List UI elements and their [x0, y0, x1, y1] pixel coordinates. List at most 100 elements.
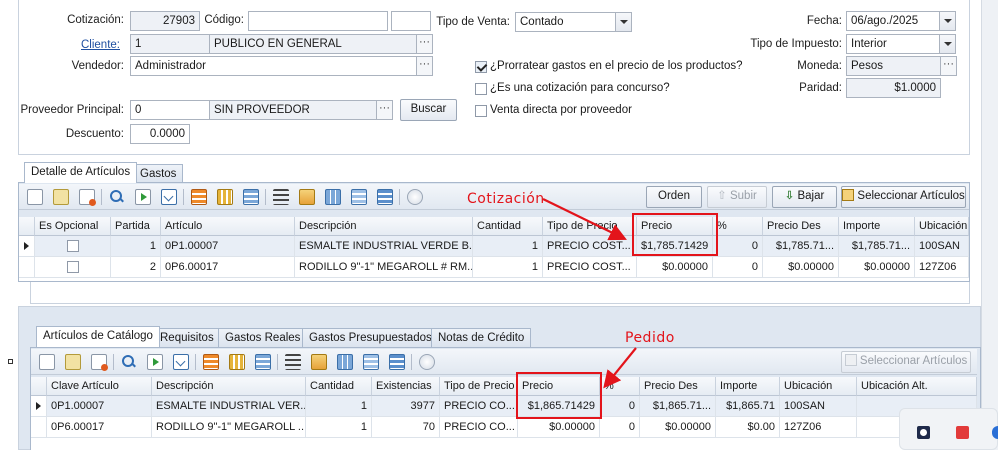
seleccionar-articulos-button[interactable]: Seleccionar Artículos [841, 186, 966, 208]
edit-icon[interactable] [53, 189, 69, 205]
column-header[interactable]: Ubicación [915, 217, 969, 236]
calculator-icon[interactable] [191, 189, 207, 205]
column-header[interactable]: Partida [111, 217, 161, 236]
column-header[interactable]: Cantidad [473, 217, 543, 236]
app-icon[interactable] [992, 426, 998, 439]
fecha-select[interactable]: 06/ago./2025 [846, 11, 956, 31]
moneda-search-button[interactable]: ··· [940, 56, 957, 76]
column-header[interactable]: Es Opcional [35, 217, 111, 236]
table-icon[interactable] [363, 354, 379, 370]
edit-icon[interactable] [65, 354, 81, 370]
columns-icon[interactable] [337, 354, 353, 370]
sort-icon[interactable] [311, 354, 327, 370]
cliente-id-field[interactable]: 1 [130, 34, 210, 54]
tab-articulos-catalogo[interactable]: Artículos de Catálogo [36, 326, 160, 347]
column-header[interactable]: Descripción [295, 217, 473, 236]
column-header[interactable]: Tipo de Precio [440, 377, 518, 396]
tab-requisitos[interactable]: Requisitos [153, 328, 221, 348]
buscar-button[interactable]: Buscar [400, 99, 457, 121]
status-circle-icon[interactable] [419, 354, 435, 370]
cotizacion-field[interactable]: 27903 [130, 11, 200, 31]
cliente-link[interactable]: Cliente: [66, 39, 120, 51]
table-row[interactable]: 0P1.00007 ESMALTE INDUSTRIAL VER... 1 39… [31, 396, 977, 417]
calculator-icon[interactable] [203, 354, 219, 370]
column-header[interactable]: Tipo de Precio [543, 217, 637, 236]
cliente-search-button[interactable]: ··· [416, 34, 433, 54]
chevron-down-icon[interactable] [939, 12, 955, 30]
es-opcional-cell[interactable] [35, 236, 111, 257]
vendedor-field[interactable]: Administrador [130, 56, 417, 76]
column-header[interactable]: % [600, 377, 640, 396]
list-icon[interactable] [273, 189, 289, 205]
column-header[interactable]: Importe [839, 217, 915, 236]
codigo-extra-field[interactable] [391, 11, 431, 31]
tab-notas-credito[interactable]: Notas de Crédito [431, 328, 532, 348]
column-header[interactable]: Ubicación Alt. [857, 377, 977, 396]
column-header[interactable]: Precio Des [763, 217, 839, 236]
subir-button[interactable]: ⇧ Subir [707, 186, 767, 208]
new-document-icon[interactable] [39, 354, 55, 370]
list-icon[interactable] [285, 354, 301, 370]
descuento-field[interactable]: 0.0000 [130, 124, 190, 144]
tipo-impuesto-select[interactable]: Interior [846, 34, 956, 54]
export-icon[interactable] [135, 189, 151, 205]
transfer-icon[interactable] [255, 354, 271, 370]
tab-detalle-articulos[interactable]: Detalle de Artículos [24, 162, 138, 183]
grid-icon[interactable] [377, 189, 393, 205]
approve-icon[interactable] [217, 189, 233, 205]
tab-gastos[interactable]: Gastos [133, 164, 184, 184]
proveedor-label: Proveedor Principal: [20, 104, 124, 116]
grid-icon[interactable] [389, 354, 405, 370]
send-mail-icon[interactable] [173, 354, 189, 370]
proveedor-id-field[interactable]: 0 [130, 100, 210, 120]
table-icon[interactable] [351, 189, 367, 205]
record-icon[interactable] [917, 426, 930, 439]
chevron-down-icon[interactable] [939, 35, 955, 53]
table-row[interactable]: 2 0P6.00017 RODILLO 9"-1" MEGAROLL # RM.… [19, 257, 969, 278]
column-header[interactable]: Cantidad [306, 377, 372, 396]
column-header[interactable]: Importe [716, 377, 780, 396]
es-opcional-cell[interactable] [35, 257, 111, 278]
es-opcional-checkbox[interactable] [67, 261, 79, 273]
table-row[interactable]: 0P6.00017 RODILLO 9"-1" MEGAROLL ... 1 7… [31, 417, 977, 438]
moneda-field[interactable]: Pesos [846, 56, 941, 76]
search-icon[interactable] [109, 189, 125, 205]
columns-icon[interactable] [325, 189, 341, 205]
send-mail-icon[interactable] [161, 189, 177, 205]
sort-icon[interactable] [299, 189, 315, 205]
status-circle-icon[interactable] [407, 189, 423, 205]
tab-gastos-presupuestados[interactable]: Gastos Presupuestados [302, 328, 439, 348]
es-opcional-checkbox[interactable] [67, 240, 79, 252]
column-header[interactable]: % [713, 217, 763, 236]
orden-button[interactable]: Orden [646, 186, 702, 208]
proveedor-search-button[interactable]: ··· [376, 100, 393, 120]
existencias-cell: 70 [372, 417, 440, 438]
prorratear-checkbox[interactable] [475, 61, 487, 73]
codigo-field[interactable] [248, 11, 388, 31]
tab-gastos-reales[interactable]: Gastos Reales [218, 328, 308, 348]
seleccionar-articulos-button[interactable]: Seleccionar Artículos [841, 351, 971, 373]
resize-handle[interactable] [8, 359, 13, 364]
column-header[interactable]: Artículo [161, 217, 295, 236]
column-header[interactable]: Precio Des [640, 377, 716, 396]
delete-icon[interactable] [91, 354, 108, 371]
table-row[interactable]: 1 0P1.00007 ESMALTE INDUSTRIAL VERDE B..… [19, 236, 969, 257]
venta-directa-checkbox[interactable] [475, 105, 487, 117]
vendedor-search-button[interactable]: ··· [416, 56, 433, 76]
delete-icon[interactable] [79, 189, 96, 206]
new-document-icon[interactable] [27, 189, 43, 205]
export-icon[interactable] [147, 354, 163, 370]
chevron-down-icon[interactable] [615, 13, 631, 31]
column-header[interactable]: Descripción [152, 377, 306, 396]
approve-icon[interactable] [229, 354, 245, 370]
column-header[interactable]: Ubicación [780, 377, 857, 396]
screen-share-icon[interactable] [956, 426, 969, 439]
column-header[interactable]: Clave Artículo [47, 377, 152, 396]
concurso-checkbox[interactable] [475, 83, 487, 95]
bajar-button[interactable]: ⇩ Bajar [772, 186, 837, 208]
transfer-icon[interactable] [243, 189, 259, 205]
column-header[interactable]: Existencias [372, 377, 440, 396]
search-icon[interactable] [121, 354, 137, 370]
clave-cell: 0P1.00007 [47, 396, 152, 417]
tipo-venta-select[interactable]: Contado [515, 12, 632, 32]
